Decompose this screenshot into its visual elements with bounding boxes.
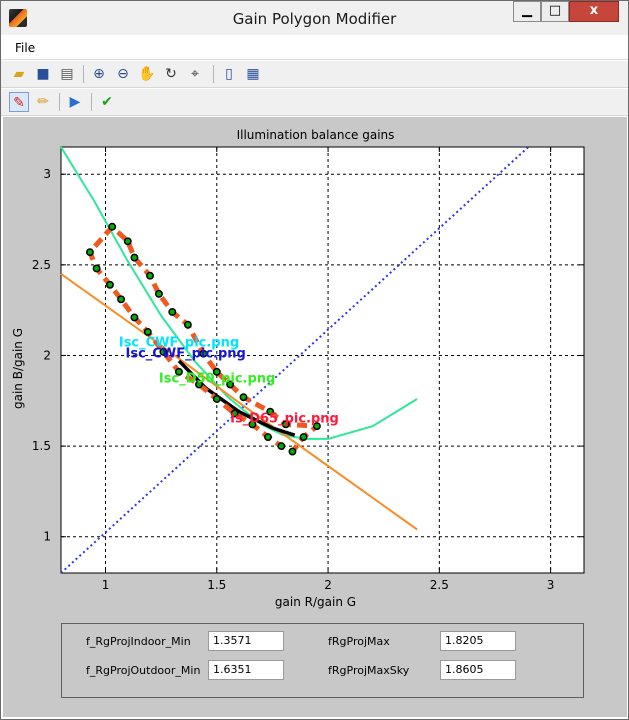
x-tick-label: 3	[547, 578, 555, 592]
y-tick-label: 1	[43, 530, 51, 544]
x-tick-label: 1.5	[207, 578, 226, 592]
outdoor-min-label: f_RgProjOutdoor_Min	[86, 664, 201, 677]
annotation-label: Isc_D50_pic.png	[159, 372, 275, 387]
x-axis-label: gain R/gain G	[274, 595, 357, 609]
polygon-vertex	[106, 280, 114, 289]
x-tick-label: 2	[324, 578, 332, 592]
polygon-vertex	[92, 264, 101, 273]
polygon-vertex	[146, 271, 154, 280]
polygon-vertex	[85, 248, 94, 257]
outdoor-min-value[interactable]: 1.6351	[208, 660, 284, 680]
x-tick-label: 1	[102, 578, 110, 592]
annotation-label: Is_D65_pic.png	[230, 412, 339, 427]
polygon-vertex	[117, 295, 126, 304]
polygon-vertex	[130, 313, 139, 322]
polygon-vertex	[108, 222, 117, 231]
chart-plot[interactable]: 1 1.5 2 2.5 311.522.53 Isc_CWF_pic.pngIsc_CW…	[1, 1, 629, 621]
polygon-vertex	[123, 237, 132, 246]
polygon-vertex	[143, 327, 152, 336]
y-axis-label: gain B/gain G	[11, 327, 25, 409]
polygon-vertex	[212, 395, 221, 403]
polygon-vertex	[168, 308, 177, 316]
polygon-vertex	[130, 253, 139, 262]
app-window: Gain Polygon Modifier ▁ □ x File ▰ ■ ▤ ⊕…	[0, 0, 629, 720]
indoor-min-label: f_RgProjIndoor_Min	[86, 635, 191, 648]
parameters-panel: f_RgProjIndoor_Min 1.3571 fRgProjMax 1.8…	[61, 623, 584, 698]
y-tick-label: 2	[43, 348, 51, 362]
polygon-vertex	[277, 442, 286, 451]
polygon-vertex	[299, 433, 308, 441]
polygon-vertex	[183, 320, 192, 329]
y-tick-label: 1.5	[32, 439, 51, 453]
rg-proj-max-label: fRgProjMax	[328, 635, 390, 648]
indoor-min-value[interactable]: 1.3571	[208, 631, 284, 651]
rg-proj-max-value[interactable]: 1.8205	[440, 631, 516, 651]
x-tick-label: 2.5	[430, 578, 449, 592]
rg-proj-max-sky-value[interactable]: 1.8605	[440, 660, 516, 680]
annotation-label: Isc_CWF_pic.png	[126, 346, 246, 361]
polygon-vertex	[239, 393, 248, 402]
y-tick-label: 2.5	[32, 258, 51, 272]
polygon-vertex	[288, 447, 297, 456]
polygon-vertex	[154, 289, 163, 298]
rg-proj-max-sky-label: fRgProjMaxSky	[328, 664, 410, 677]
polygon-vertex	[264, 433, 272, 441]
y-tick-label: 3	[43, 167, 51, 181]
